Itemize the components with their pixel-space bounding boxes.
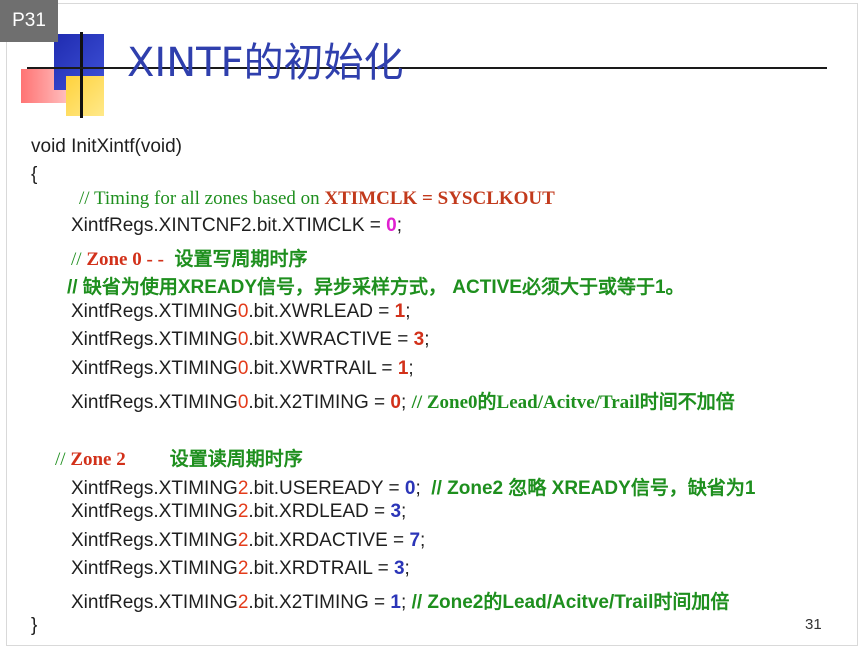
code-text: XintfRegs.XTIMING (71, 530, 238, 551)
code-value: 3 (413, 329, 425, 350)
comment-slash: // (71, 249, 87, 270)
code-value: 1 (397, 358, 409, 379)
code-text: XintfRegs.XTIMING (71, 358, 238, 379)
code-line-xrdlead: XintfRegs.XTIMING2.bit.XRDLEAD = 3; (71, 501, 406, 523)
open-brace: { (31, 164, 38, 185)
code-value: 3 (390, 501, 402, 522)
code-comment: // Zone0的Lead/Acitve/Trail时间不加倍 (411, 392, 735, 413)
zone0-label: Zone 0 - - (86, 249, 164, 270)
code-text: XintfRegs.XTIMING (71, 392, 238, 413)
code-text: XintfRegs.XTIMING (71, 301, 238, 322)
code-text: .bit.X2TIMING = (248, 392, 391, 413)
zone-number: 0 (237, 358, 249, 379)
comment-timing-highlight: XTIMCLK = SYSCLKOUT (324, 188, 555, 209)
code-text: XintfRegs.XTIMING (71, 501, 238, 522)
code-value: 0 (386, 215, 397, 236)
code-text: XintfRegs.XINTCNF2.bit.XTIMCLK = (71, 215, 387, 236)
code-text: XintfRegs.XTIMING (71, 592, 238, 613)
code-semicolon: ; (415, 478, 421, 499)
logo-vertical-line (80, 32, 83, 118)
code-value: 1 (394, 301, 406, 322)
code-line-xwrlead: XintfRegs.XTIMING0.bit.XWRLEAD = 1; (71, 301, 411, 323)
code-semicolon: ; (401, 501, 407, 522)
code-semicolon: ; (405, 301, 411, 322)
code-value: 0 (390, 392, 401, 413)
zone2-description: 设置读周期时序 (169, 449, 303, 470)
code-semicolon: ; (396, 215, 403, 236)
code-text: .bit.X2TIMING = (248, 592, 391, 613)
zone-number: 2 (237, 530, 249, 551)
zone-number: 0 (237, 392, 249, 413)
code-semicolon: ; (404, 558, 410, 579)
zone2-label: Zone 2 (70, 449, 126, 470)
code-line-xrdactive: XintfRegs.XTIMING2.bit.XRDACTIVE = 7; (71, 530, 425, 552)
comment-timing-text: // Timing for all zones based on (79, 188, 325, 209)
func-declaration: void InitXintf(void) (31, 136, 183, 157)
code-semicolon: ; (408, 358, 414, 379)
code-text: .bit.XWRACTIVE = (248, 329, 414, 350)
code-semicolon: ; (424, 329, 430, 350)
zone-number: 0 (237, 329, 249, 350)
code-value: 0 (404, 478, 416, 499)
code-line-xrdtrail: XintfRegs.XTIMING2.bit.XRDTRAIL = 3; (71, 558, 410, 580)
zone-number: 2 (237, 501, 249, 522)
code-text: .bit.XRDTRAIL = (248, 558, 394, 579)
zone-number: 2 (237, 592, 249, 613)
code-value: 7 (409, 530, 421, 551)
code-text: XintfRegs.XTIMING (71, 329, 238, 350)
close-brace: } (31, 615, 38, 636)
code-text: .bit.XRDACTIVE = (248, 530, 410, 551)
code-text: .bit.XRDLEAD = (248, 501, 391, 522)
comment-slash: // (55, 449, 71, 470)
logo-yellow-block (66, 76, 104, 116)
zone-number: 2 (237, 478, 249, 499)
slide-title: XINTF的初始化 (127, 40, 404, 86)
comment-zone2-header: // Zone 2 设置读周期时序 (55, 444, 303, 471)
slide: XINTF的初始化 void InitXintf(void) { // Timi… (6, 3, 858, 646)
comment-timing: // Timing for all zones based on XTIMCLK… (79, 188, 555, 210)
code-text: XintfRegs.XTIMING (71, 558, 238, 579)
code-text: .bit.XWRLEAD = (248, 301, 395, 322)
code-text: .bit.USEREADY = (248, 478, 405, 499)
code-semicolon: ; (420, 530, 426, 551)
code-line-useready: XintfRegs.XTIMING2.bit.USEREADY = 0; // … (71, 473, 755, 500)
comment-zone0-note: // 缺省为使用XREADY信号，异步采样方式， ACTIVE必须大于或等于1。 (67, 277, 685, 298)
comment-zone0-header: // Zone 0 - - 设置写周期时序 (71, 244, 307, 271)
code-semicolon: ; (401, 592, 407, 613)
code-comment: // Zone2 忽略 XREADY信号，缺省为1 (431, 478, 756, 499)
code-line-xwractive: XintfRegs.XTIMING0.bit.XWRACTIVE = 3; (71, 329, 430, 351)
code-value: 3 (393, 558, 405, 579)
code-line-xwrtrail: XintfRegs.XTIMING0.bit.XWRTRAIL = 1; (71, 358, 414, 380)
code-line-x2timing-zone0: XintfRegs.XTIMING0.bit.X2TIMING = 0; // … (71, 387, 735, 414)
page-tag: P31 (0, 0, 58, 42)
code-value: 1 (390, 592, 401, 613)
zone0-description: 设置写周期时序 (174, 249, 308, 270)
zone-number: 0 (237, 301, 249, 322)
code-comment: // Zone2的Lead/Acitve/Trail时间加倍 (411, 592, 730, 613)
code-text: .bit.XWRTRAIL = (248, 358, 398, 379)
code-text: XintfRegs.XTIMING (71, 478, 238, 499)
code-line-x2timing-zone2: XintfRegs.XTIMING2.bit.X2TIMING = 1; // … (71, 587, 729, 614)
page-number: 31 (805, 616, 822, 633)
zone-number: 2 (237, 558, 249, 579)
code-semicolon: ; (401, 392, 407, 413)
code-line-xtimclk: XintfRegs.XINTCNF2.bit.XTIMCLK = 0; (71, 215, 402, 237)
